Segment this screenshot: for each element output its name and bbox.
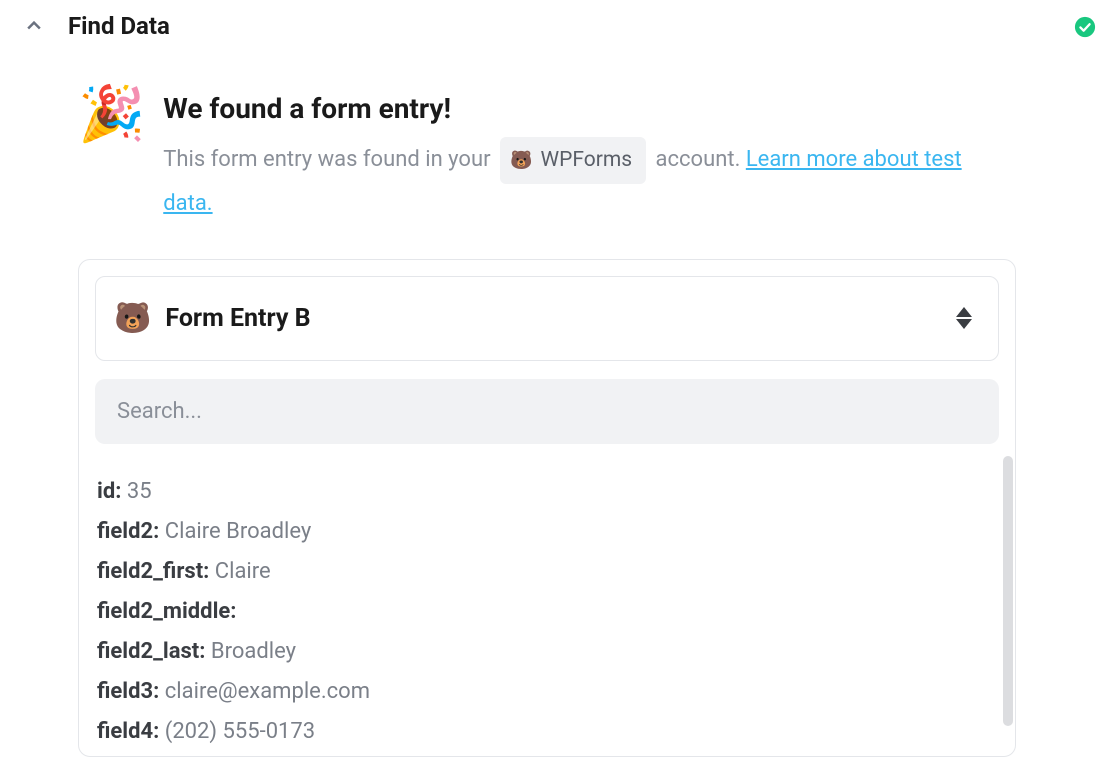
field-value: Claire — [209, 559, 270, 584]
desc-after: account. — [656, 147, 746, 172]
status-success-icon — [1074, 16, 1096, 42]
sort-caret-icon — [956, 307, 972, 329]
field-key: field2_first: — [97, 559, 209, 584]
field-row: id: 35 — [97, 472, 999, 512]
chevron-up-icon — [24, 16, 44, 36]
field-row: field2_last: Broadley — [97, 632, 999, 672]
field-value: 35 — [121, 479, 151, 504]
search-input[interactable] — [117, 399, 977, 424]
field-key: field3: — [97, 679, 159, 704]
field-key: field2_middle: — [97, 599, 236, 624]
field-row: field2: Claire Broadley — [97, 512, 999, 552]
party-popper-icon: 🎉 — [78, 88, 145, 142]
desc-before: This form entry was found in your — [163, 147, 496, 172]
field-row: field3: claire@example.com — [97, 672, 999, 712]
found-description: This form entry was found in your 🐻 WPFo… — [163, 137, 1000, 225]
field-row: field2_middle: — [97, 592, 999, 632]
field-value: Claire Broadley — [159, 519, 311, 544]
field-value: Broadley — [205, 639, 296, 664]
entry-selector[interactable]: 🐻 Form Entry B — [95, 276, 999, 361]
field-key: field4: — [97, 719, 159, 744]
data-panel: 🐻 Form Entry B id: 35field2: Claire Broa… — [78, 259, 1016, 757]
field-key: field2: — [97, 519, 159, 544]
scrollbar-thumb[interactable] — [1003, 456, 1013, 726]
search-box — [95, 379, 999, 444]
entry-selector-label: Form Entry B — [165, 304, 310, 333]
found-heading: We found a form entry! — [163, 92, 1000, 125]
field-list: id: 35field2: Claire Broadleyfield2_firs… — [95, 472, 999, 756]
field-key: id: — [97, 479, 121, 504]
field-row: field2_first: Claire — [97, 552, 999, 592]
wpforms-badge: 🐻 WPForms — [500, 137, 646, 184]
section-title: Find Data — [68, 12, 170, 40]
wpforms-entry-icon: 🐻 — [114, 301, 151, 336]
field-row: field4: (202) 555-0173 — [97, 712, 999, 752]
field-value: (202) 555-0173 — [159, 719, 315, 744]
field-value: claire@example.com — [159, 679, 370, 704]
collapse-toggle[interactable] — [20, 12, 48, 40]
field-key: field2_last: — [97, 639, 205, 664]
wpforms-icon: 🐻 — [510, 144, 532, 177]
badge-text: WPForms — [540, 141, 632, 180]
